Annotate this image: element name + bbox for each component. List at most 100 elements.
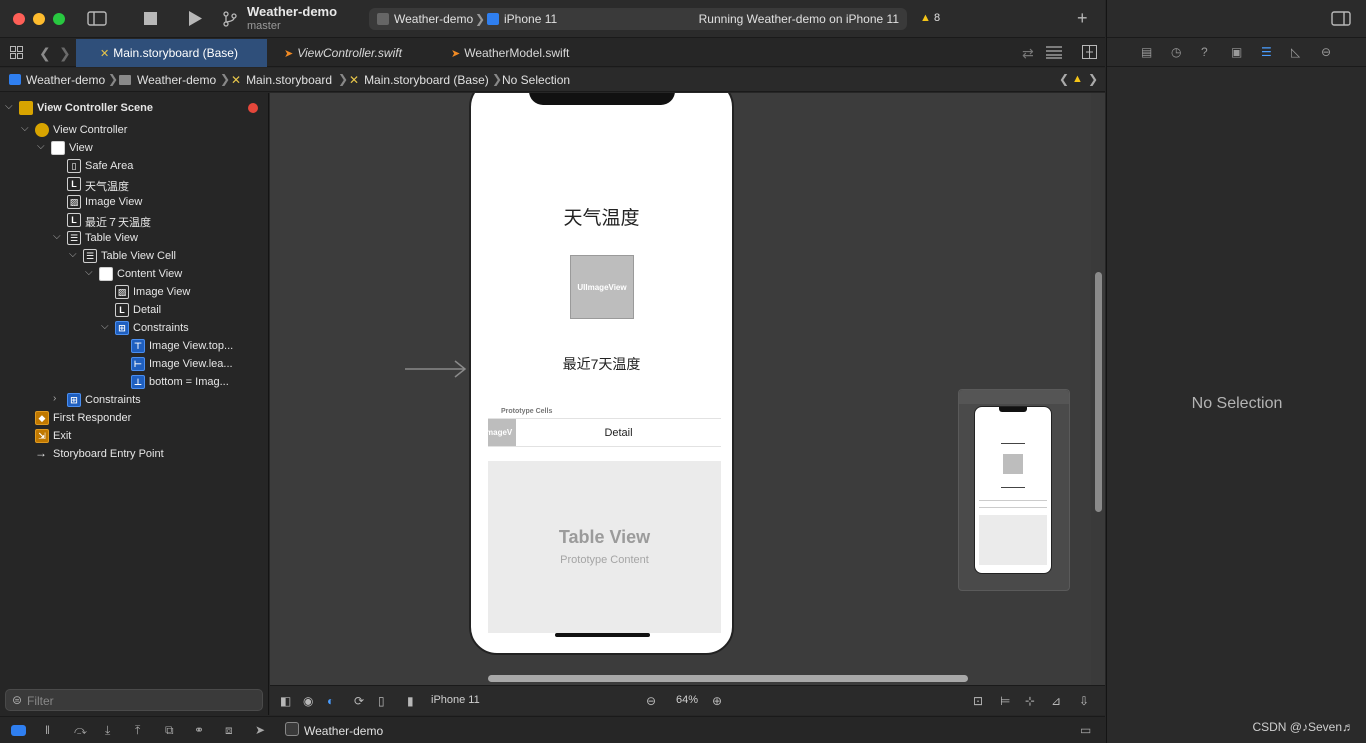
view-hierarchy-icon[interactable]: ⧉ [165, 723, 174, 738]
warning-indicator[interactable]: ▲ 8 [920, 12, 940, 24]
table-view[interactable]: Table View Prototype Content [488, 461, 721, 633]
close-window-button[interactable] [13, 13, 25, 25]
chevron-right-icon[interactable]: ❯ [1088, 72, 1098, 86]
size-inspector-icon[interactable]: ◺ [1291, 45, 1300, 59]
inspector-toolbar [1107, 0, 1366, 38]
chevron-down-icon[interactable]: ⌵ [21, 123, 31, 134]
tree-label: Storyboard Entry Point [53, 448, 164, 460]
update-frames-icon[interactable]: ⊡ [973, 694, 983, 708]
breadcrumb-project[interactable]: Weather-demo [9, 73, 105, 87]
device-selector[interactable]: iPhone 11 [487, 12, 557, 26]
back-icon[interactable]: ❮ [39, 46, 51, 60]
outline-filter[interactable]: ⊜ Filter [5, 689, 263, 711]
breadcrumb-label: Main.storyboard [246, 73, 333, 87]
tree-label: Table View Cell [101, 250, 177, 262]
minimap-divider [979, 507, 1047, 508]
location-icon[interactable]: ➤ [255, 723, 265, 737]
memory-graph-icon[interactable]: ⚭ [194, 723, 204, 737]
project-title[interactable]: Weather-demo [247, 4, 337, 19]
orientation-icon[interactable]: ⟳ [354, 694, 364, 708]
step-into-icon[interactable]: ⤓ [105, 723, 110, 738]
breakpoints-toggle-icon[interactable] [11, 725, 26, 736]
app-icon [285, 722, 299, 736]
layout-icon[interactable]: ▯ [378, 694, 385, 708]
file-inspector-icon[interactable]: ▤ [1141, 45, 1152, 59]
editor-options-icon[interactable] [1046, 45, 1062, 61]
outline-toggle-icon[interactable]: ◧ [280, 694, 291, 708]
scheme-selector[interactable]: Weather-demo [377, 12, 473, 26]
zoom-in-icon[interactable]: ⊕ [712, 694, 722, 708]
tab-main-storyboard[interactable]: ✕ Main.storyboard (Base) [76, 39, 267, 67]
run-icon[interactable] [188, 11, 202, 28]
refresh-icon[interactable]: ⇄ [1022, 46, 1034, 60]
chevron-left-icon[interactable]: ❮ [1059, 72, 1069, 86]
forward-icon[interactable]: ❯ [59, 46, 71, 60]
chevron-down-icon[interactable]: ⌵ [5, 101, 15, 112]
chevron-down-icon[interactable]: ⌵ [101, 321, 111, 332]
connections-inspector-icon[interactable]: ⊖ [1321, 45, 1331, 59]
breadcrumb-storyboard-base[interactable]: ✕ Main.storyboard (Base) [349, 73, 489, 87]
identity-inspector-icon[interactable]: ▣ [1231, 45, 1242, 59]
cell-image-view[interactable]: mageV [488, 419, 516, 446]
split-editor-icon[interactable] [1082, 45, 1097, 61]
label-icon: L [115, 303, 129, 317]
minimap[interactable] [958, 389, 1070, 591]
scheme-label: Weather-demo [394, 12, 474, 26]
view-controller-scene[interactable]: 天气温度 UIImageView 最近7天温度 Prototype Cells … [469, 93, 734, 655]
accessibility-icon[interactable]: ◉ [303, 694, 313, 708]
device-icon[interactable]: ▮ [407, 694, 414, 708]
view-icon [51, 141, 65, 155]
embed-icon[interactable]: ⇩ [1079, 694, 1089, 708]
tree-label: Content View [117, 268, 183, 280]
console-toggle-icon[interactable]: ▭ [1080, 723, 1091, 737]
stop-icon[interactable] [144, 12, 157, 27]
recent-temperature-label[interactable]: 最近7天温度 [471, 354, 732, 374]
breadcrumb-label: Weather-demo [26, 73, 106, 87]
minimize-window-button[interactable] [33, 13, 45, 25]
debug-process-name[interactable]: Weather-demo [304, 724, 383, 738]
chevron-right-icon[interactable]: › [53, 393, 63, 404]
step-over-icon[interactable]: ⤼ [74, 723, 87, 738]
chevron-down-icon[interactable]: ⌵ [53, 231, 63, 242]
step-out-icon[interactable]: ⤒ [135, 723, 140, 738]
chevron-down-icon[interactable]: ⌵ [37, 141, 47, 152]
warning-icon[interactable]: ▲ [1072, 73, 1083, 85]
attributes-inspector-icon[interactable]: ☰ [1261, 45, 1272, 59]
zoom-out-icon[interactable]: ⊖ [646, 694, 656, 708]
image-view-icon: ▨ [115, 285, 129, 299]
zoom-window-button[interactable] [53, 13, 65, 25]
add-icon[interactable]: + [1077, 8, 1088, 29]
cell-detail-label[interactable]: Detail [516, 427, 721, 439]
chevron-right-icon: ❯ [492, 72, 503, 86]
environment-overrides-icon[interactable]: ⧈ [225, 723, 233, 738]
add-constraints-icon[interactable]: ⊹ [1025, 694, 1035, 708]
horizontal-scrollbar[interactable] [488, 675, 968, 682]
device-configuration[interactable]: iPhone 11 [431, 694, 480, 706]
breadcrumb-selection[interactable]: No Selection [502, 73, 570, 87]
tab-weathermodel-swift[interactable]: ➤ WeatherModel.swift [451, 39, 569, 67]
zoom-level[interactable]: 64% [676, 694, 698, 706]
tab-viewcontroller-swift[interactable]: ➤ ViewController.swift [284, 39, 402, 67]
tree-label: View Controller Scene [37, 102, 153, 114]
constraint-icon: ⊥ [131, 375, 145, 389]
image-view[interactable]: UIImageView [570, 255, 634, 319]
arrow-right-icon: → [35, 446, 47, 460]
sidebar-toggle-icon[interactable] [87, 11, 107, 28]
weather-title-label[interactable]: 天气温度 [471, 203, 732, 230]
inspector-toggle-icon[interactable] [1331, 11, 1351, 28]
pause-icon[interactable]: ‖ [45, 723, 50, 737]
chevron-down-icon[interactable]: ⌵ [85, 267, 95, 278]
vertical-scrollbar[interactable] [1095, 272, 1102, 512]
chevron-down-icon[interactable]: ⌵ [69, 249, 79, 260]
breadcrumb-folder[interactable]: Weather-demo [119, 73, 216, 87]
help-inspector-icon[interactable]: ? [1201, 45, 1208, 59]
appearance-icon[interactable]: ◐ [327, 694, 334, 708]
storyboard-canvas[interactable]: 天气温度 UIImageView 最近7天温度 Prototype Cells … [270, 93, 1105, 685]
grid-icon[interactable] [10, 46, 23, 61]
history-inspector-icon[interactable]: ◷ [1171, 45, 1181, 59]
resolve-issues-icon[interactable]: ⊿ [1051, 694, 1061, 708]
align-icon[interactable]: ⊨ [1000, 694, 1010, 708]
entry-point-arrow-icon[interactable] [405, 359, 467, 379]
breadcrumb-storyboard[interactable]: ✕ Main.storyboard [231, 73, 332, 87]
error-icon[interactable] [248, 103, 258, 113]
